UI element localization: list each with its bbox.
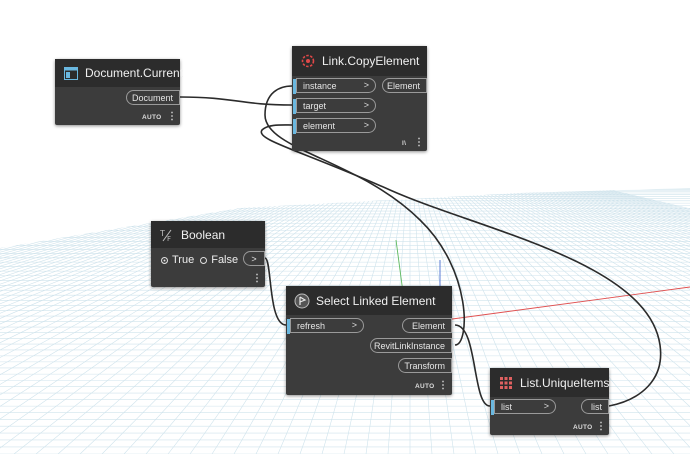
document-current-node[interactable]: Document.Current Document AUTO ⋮	[55, 59, 184, 125]
list-uniqueitems-node[interactable]: List.UniqueItems list > list AUTO ⋮	[490, 368, 609, 435]
node-header[interactable]: Link.CopyElement	[292, 46, 427, 76]
port-indicator	[491, 400, 494, 415]
wire-document-to-target[interactable]	[179, 96, 293, 106]
port-indicator	[293, 79, 296, 94]
boolean-node[interactable]: TF Boolean True False > ⋮	[151, 221, 265, 287]
output-port-revitlinkinstance[interactable]: RevitLinkInstance	[370, 338, 452, 353]
node-title: Select Linked Element	[316, 293, 436, 308]
graph-canvas[interactable]: Document.Current Document AUTO ⋮ Link.Co…	[0, 0, 690, 454]
node-menu-icon[interactable]: ⋮	[596, 422, 606, 432]
lacing-label: AUTO	[573, 424, 593, 431]
document-icon	[63, 65, 79, 81]
input-port-refresh[interactable]: refresh >	[287, 318, 364, 334]
link-copy-icon	[300, 53, 316, 69]
node-menu-icon[interactable]: ⋮	[438, 381, 448, 391]
output-port-transform[interactable]: Transform	[398, 358, 452, 373]
lacing-label: AUTO	[415, 383, 435, 390]
list-icon	[498, 375, 514, 391]
svg-text:T: T	[160, 229, 165, 238]
lacing-label: AUTO	[142, 114, 162, 121]
node-header[interactable]: TF Boolean	[151, 221, 265, 248]
wire-element-to-list[interactable]	[454, 324, 491, 407]
node-title: Document.Current	[85, 66, 184, 80]
boolean-toggle[interactable]: True False	[161, 254, 238, 266]
output-port-boolean[interactable]: >	[243, 251, 265, 266]
input-port-target[interactable]: target >	[293, 98, 376, 114]
port-indicator	[287, 319, 290, 334]
node-menu-icon[interactable]: ⋮	[414, 138, 424, 148]
output-port-list[interactable]: list	[581, 399, 609, 414]
port-indicator	[293, 119, 296, 134]
node-header[interactable]: Select Linked Element	[286, 286, 452, 315]
input-port-element[interactable]: element >	[293, 118, 376, 134]
radio-unselected-icon	[200, 256, 208, 264]
select-linked-element-node[interactable]: Select Linked Element refresh > Element …	[286, 286, 452, 395]
select-icon	[294, 293, 310, 309]
false-radio[interactable]: False	[200, 254, 238, 266]
true-radio[interactable]: True	[161, 254, 194, 266]
node-title: Boolean	[181, 227, 226, 242]
port-indicator	[293, 99, 296, 114]
link-copyelement-node[interactable]: Link.CopyElement instance > target > ele…	[292, 46, 427, 151]
wire-boolean-to-refresh[interactable]	[264, 257, 287, 326]
output-port-element[interactable]: Element	[382, 78, 427, 93]
radio-selected-icon	[161, 256, 168, 264]
node-header[interactable]: List.UniqueItems	[490, 368, 609, 397]
lacing-label: l\	[402, 140, 407, 147]
input-port-instance[interactable]: instance >	[293, 78, 376, 94]
node-header[interactable]: Document.Current	[55, 59, 184, 87]
node-title: Link.CopyElement	[322, 54, 420, 68]
node-menu-icon[interactable]: ⋮	[167, 112, 177, 122]
output-port-document[interactable]: Document	[126, 90, 180, 105]
input-port-list[interactable]: list >	[491, 399, 556, 415]
svg-text:F: F	[167, 235, 171, 242]
output-port-element[interactable]: Element	[402, 318, 452, 333]
node-menu-icon[interactable]: ⋮	[252, 274, 262, 284]
node-title: List.UniqueItems	[520, 375, 610, 390]
boolean-icon: TF	[159, 227, 175, 243]
